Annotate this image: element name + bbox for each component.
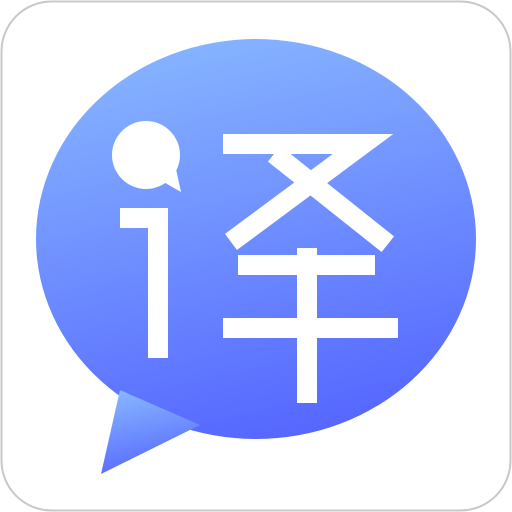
translate-app-icon: 译 [0, 0, 512, 512]
app-icon-tile[interactable]: 译 [0, 0, 512, 512]
app-glyph-label: 译 [251, 291, 261, 303]
